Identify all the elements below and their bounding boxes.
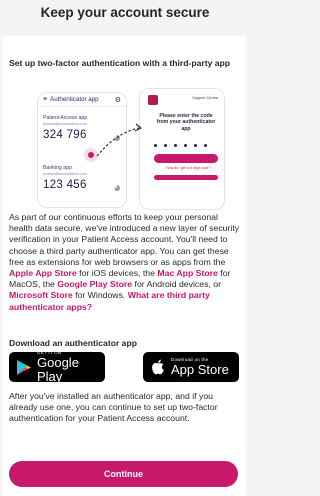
section-heading: Set up two-factor authentication with a …: [9, 58, 231, 68]
continue-button[interactable]: Continue: [9, 461, 238, 487]
body-text: for iOS devices, the: [76, 268, 158, 279]
tap-icon: [84, 144, 110, 168]
body-text: for Windows.: [72, 290, 128, 301]
after-install-paragraph: After you've installed an authenticator …: [9, 391, 218, 424]
apple-icon: [152, 359, 164, 375]
google-play-store-link[interactable]: Google Play Store: [57, 279, 132, 289]
app-store-button[interactable]: Download on the App Store: [143, 352, 239, 382]
google-play-icon: [17, 359, 31, 375]
app-store-big-text: App Store: [171, 362, 229, 377]
apple-app-store-link[interactable]: Apple App Store: [9, 268, 77, 278]
download-heading: Download an authenticator app: [9, 338, 137, 348]
authenticator-illustration: ≡ Authenticator app ⚙ Patient Access app…: [9, 88, 241, 210]
mac-app-store-link[interactable]: Mac App Store: [157, 268, 218, 278]
dashed-arrow-icon: [96, 123, 143, 157]
intro-paragraph: As part of our continuous efforts to kee…: [9, 212, 241, 313]
tap-dot: [84, 148, 98, 162]
body-text: As part of our continuous efforts to kee…: [9, 212, 240, 267]
google-play-button[interactable]: GET IT ON Google Play: [9, 350, 105, 384]
microsoft-store-link[interactable]: Microsoft Store: [9, 290, 73, 300]
body-text: for Android devices, or: [132, 279, 221, 290]
page-title: Keep your account secure: [40, 5, 210, 20]
google-play-big-text: Google Play: [37, 355, 79, 384]
